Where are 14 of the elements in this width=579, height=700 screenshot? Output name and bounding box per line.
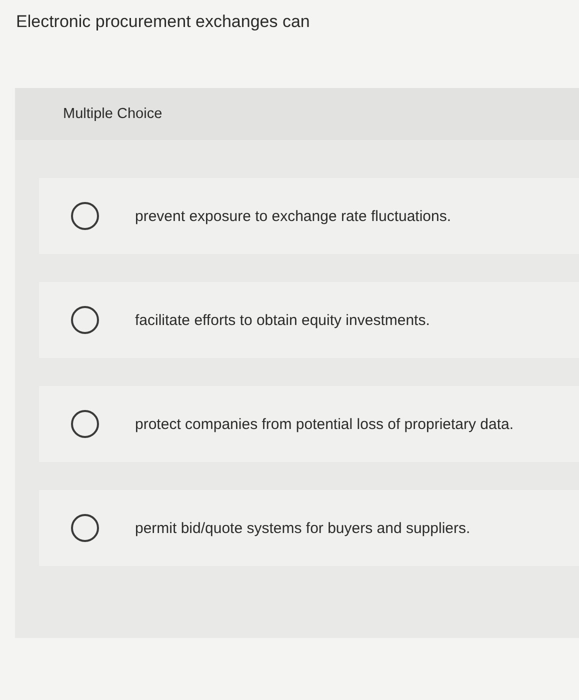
option-text: protect companies from potential loss of proprietary data. [135,416,514,432]
answer-option[interactable]: prevent exposure to exchange rate fluctuations. [39,178,579,254]
radio-button[interactable] [71,514,99,542]
section-label: Multiple Choice [63,106,162,122]
option-text: facilitate efforts to obtain equity investments. [135,312,430,328]
answer-option[interactable]: permit bid/quote systems for buyers and suppliers. [39,490,579,566]
radio-button[interactable] [71,202,99,230]
question-text: Electronic procurement exchanges can [15,11,311,33]
option-text: permit bid/quote systems for buyers and suppliers. [135,520,470,536]
radio-button[interactable] [71,410,99,438]
radio-button[interactable] [71,306,99,334]
answer-option[interactable]: protect companies from potential loss of proprietary data. [39,386,579,462]
answer-option[interactable]: facilitate efforts to obtain equity investments. [39,282,579,358]
option-text: prevent exposure to exchange rate fluctuations. [135,208,452,224]
